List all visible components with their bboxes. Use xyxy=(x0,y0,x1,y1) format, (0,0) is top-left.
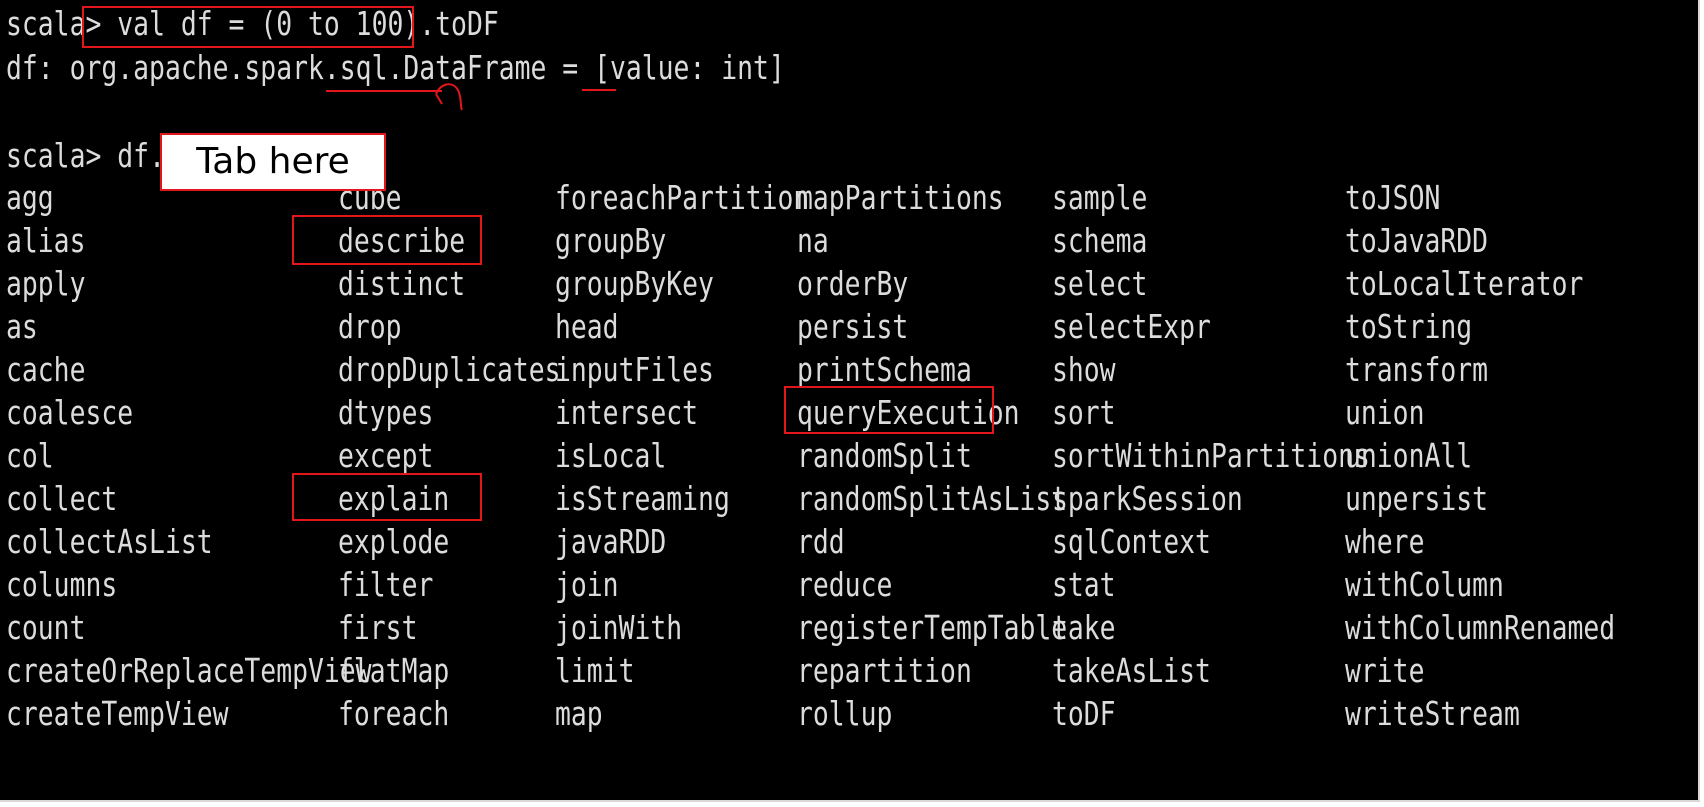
scribble-annotation xyxy=(435,83,463,111)
terminal-window[interactable]: scala> val df = (0 to 100).toDF df: org.… xyxy=(0,0,1700,802)
